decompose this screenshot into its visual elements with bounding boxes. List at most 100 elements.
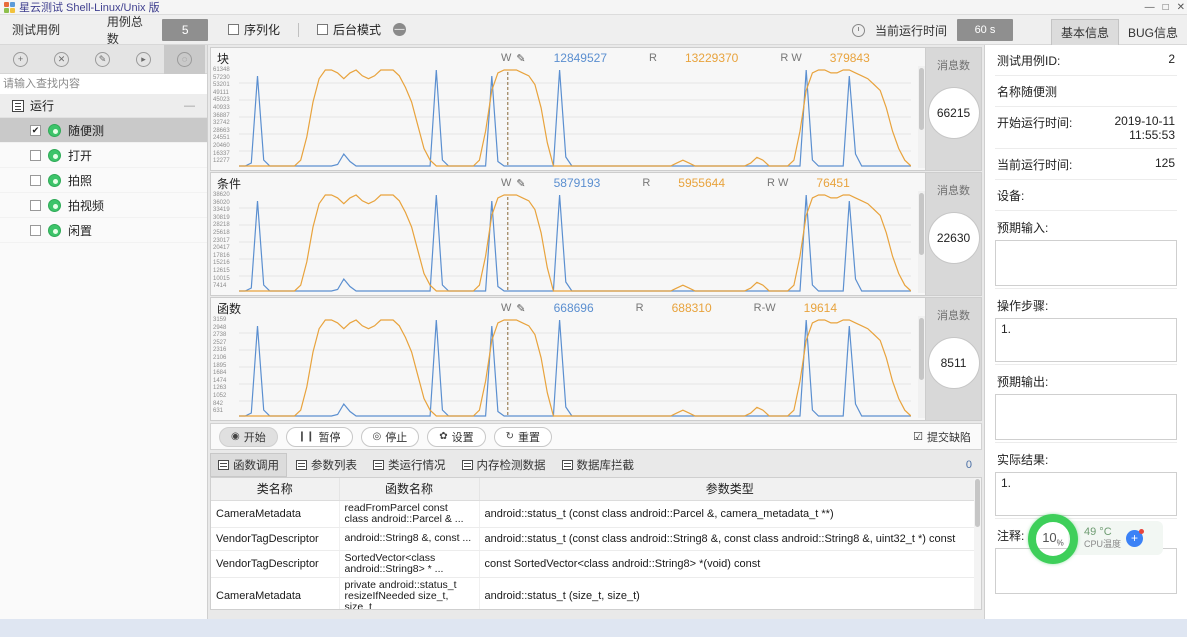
tab-label: 数据库拦截 [576,460,635,472]
cell-class: VendorTagDescriptor [211,550,340,578]
table-row[interactable]: CameraMetadata private android::status_t… [211,577,981,609]
add-case-button[interactable]: + [0,45,41,74]
tree-root-run[interactable]: 运行 — [0,94,207,118]
cell-class: CameraMetadata [211,500,340,528]
refresh-case-button[interactable]: ◌ [164,44,205,74]
field-name: 名称随便测 [995,76,1177,107]
play-icon: ◉ [231,431,240,442]
stop-label: 停止 [385,431,408,444]
checkbox-icon[interactable] [30,149,41,161]
sidebar-item-label: 随便测 [68,123,105,138]
submit-defect-label: 提交缺陷 [927,431,971,444]
expected-input-field[interactable] [995,240,1177,286]
cell-function: readFromParcel const class android::Parc… [339,500,480,528]
chart-title: 条件 [217,176,242,191]
grid-icon [461,460,473,470]
y-tick-label: 57230 [213,74,230,81]
cpu-monitor-widget[interactable]: 49 °C CPU温度 + 10% [1028,514,1163,564]
reset-button[interactable]: ↻ 重置 [493,426,553,447]
tab-class-runtime[interactable]: 类运行情况 [366,454,453,476]
label-steps: 操作步骤: [997,299,1049,313]
steps-field[interactable]: 1. [995,318,1177,362]
edit-case-button[interactable]: ✎ [82,45,123,74]
chart-scrollbar[interactable] [918,316,925,418]
table-row[interactable]: CameraMetadata readFromParcel const clas… [211,500,981,528]
maximize-button[interactable]: □ [1163,2,1169,13]
stop-button[interactable]: ◎ 停止 [360,426,420,447]
table-header-row: 类名称 函数名称 参数类型 [211,478,981,501]
chart-header: 函数 W ✎ 668696 R 688310 R-W 19614 [211,298,925,318]
pause-button[interactable]: ❙❙ 暂停 [285,426,353,447]
checkbox-icon[interactable]: ✔ [30,124,41,136]
center-panel: 块 W ✎ 12849527 R 13229370 R W 379843 613… [208,45,984,637]
field-value: 2 [1168,52,1175,66]
y-tick-label: 20417 [213,245,230,252]
actual-result-field[interactable]: 1. [995,472,1177,516]
table-scrollbar[interactable] [974,478,981,609]
collapse-icon[interactable]: — [184,100,195,112]
search-input[interactable] [0,74,207,94]
table-row[interactable]: VendorTagDescriptor android::String8 &, … [211,527,981,551]
checkbox-icon[interactable] [30,199,41,211]
chart-scrollbar[interactable] [918,191,925,293]
tab-memory-data[interactable]: 内存检测数据 [455,454,553,476]
stat-w-label: W [501,177,512,189]
sidebar-item-photo[interactable]: 拍照 [0,168,207,193]
edit-pencil-icon[interactable]: ✎ [516,52,525,65]
field-label: 名称随便测 [997,85,1058,99]
table-row[interactable]: VendorTagDescriptor SortedVector<class a… [211,550,981,578]
column-header-function[interactable]: 函数名称 [339,478,480,501]
checkbox-icon[interactable] [30,174,41,186]
field-label: 测试用例ID: [997,54,1061,68]
start-button[interactable]: ◉ 开始 [219,426,278,447]
table-body: CameraMetadata readFromParcel const clas… [211,500,981,609]
sidebar-item-video[interactable]: 拍视频 [0,193,207,218]
tab-parameter-list[interactable]: 参数列表 [289,454,364,476]
stat-r-label: R [635,302,644,314]
minus-circle-icon[interactable]: — [393,23,407,36]
status-dot-icon [48,123,61,137]
minimize-button[interactable]: — [1145,2,1155,13]
y-tick-label: 1895 [213,362,227,369]
sidebar-item-open[interactable]: 打开 [0,143,207,168]
y-tick-label: 40933 [213,104,230,111]
submit-icon: ☑ [913,431,923,443]
column-header-params[interactable]: 参数类型 [479,478,981,501]
stat-rw-value: 76451 [816,176,850,190]
column-header-class[interactable]: 类名称 [211,478,340,501]
field-device: 设备: [995,180,1177,211]
left-panel: + ✕ ✎ ▸ ◌ 运行 — ✔ 随便测 打开 拍照 [0,44,208,637]
chart-block-blocks: 块 W ✎ 12849527 R 13229370 R W 379843 613… [210,47,982,171]
tab-function-calls[interactable]: 函数调用 [210,453,287,477]
tab-db-intercept[interactable]: 数据库拦截 [555,454,642,476]
sidebar-item-label: 拍视频 [68,198,105,213]
sidebar-item-idle[interactable]: 闲置 [0,218,207,243]
background-mode-checkbox[interactable]: 后台模式 [317,21,381,38]
y-tick-label: 36020 [213,199,230,206]
record-count: 0 [965,459,972,471]
serialize-label: 序列化 [244,23,281,37]
add-widget-icon[interactable]: + [1126,528,1145,547]
tab-label: 类运行情况 [388,460,446,472]
edit-pencil-icon[interactable]: ✎ [516,302,525,315]
serialize-checkbox[interactable]: 序列化 [228,21,280,38]
background-mode-label: 后台模式 [333,23,382,37]
sidebar-item-suibiance[interactable]: ✔ 随便测 [0,118,207,143]
submit-defect-button[interactable]: ☑ 提交缺陷 [913,429,971,445]
tab-bug-info[interactable]: BUG信息 [1119,20,1187,45]
tab-basic-info[interactable]: 基本信息 [1050,19,1119,45]
expected-output-field[interactable] [995,394,1177,440]
clock-icon [851,23,865,37]
delete-case-button[interactable]: ✕ [41,45,82,74]
chart-scrollbar[interactable] [918,66,925,168]
reset-label: 重置 [518,431,541,444]
edit-pencil-icon[interactable]: ✎ [516,177,525,190]
settings-button[interactable]: ✿ 设置 [427,426,486,447]
checkbox-icon[interactable] [30,224,41,236]
run-case-button[interactable]: ▸ [123,45,164,74]
close-button[interactable]: ✕ [1177,2,1185,13]
message-count-label: 消息数 [937,310,970,322]
stat-rw-label: R W [780,52,802,64]
status-bar [0,619,1187,637]
y-tick-label: 45023 [213,97,230,104]
